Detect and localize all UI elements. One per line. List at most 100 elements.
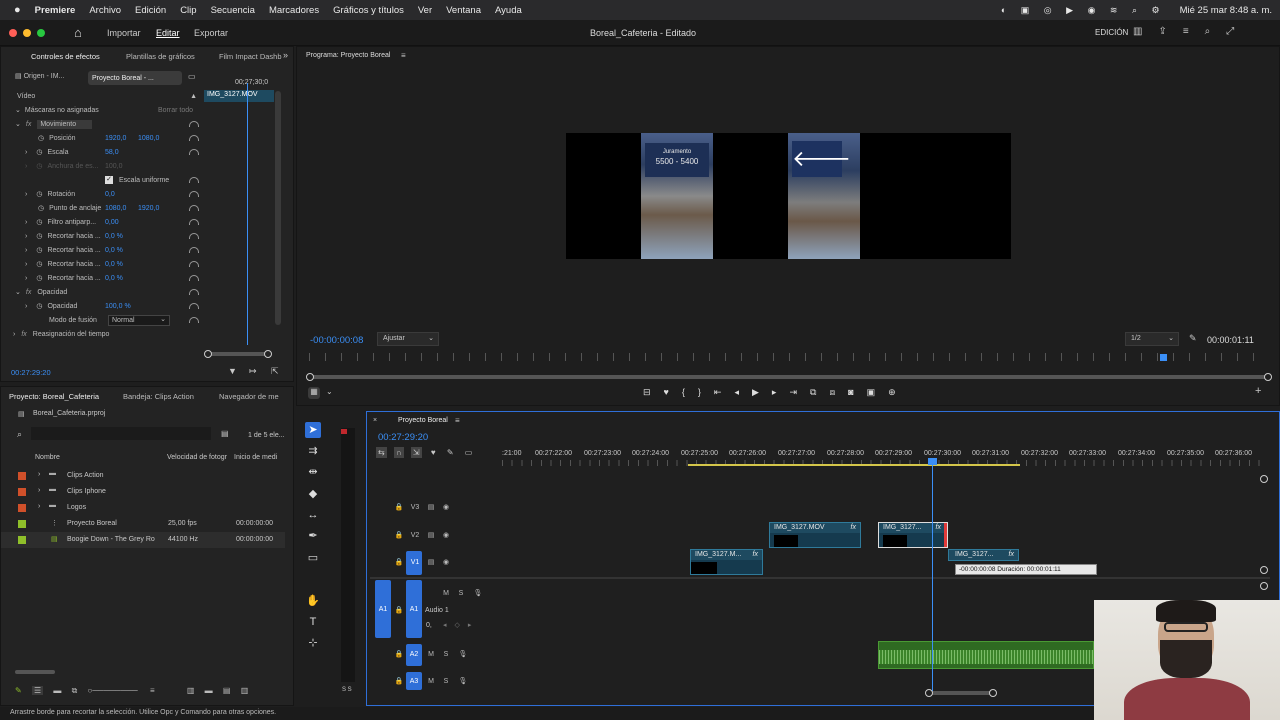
program-scroll-start-handle[interactable] [306,373,314,381]
add-marker-icon[interactable]: ♥ [431,448,436,457]
fx-badge[interactable]: fx [753,551,758,558]
position-y-value[interactable]: 1080,0 [138,135,159,142]
video-frame[interactable]: Juramento 5500 - 5400 🡐 [566,133,1011,259]
reset-icon[interactable] [189,135,199,141]
keyframe-nav-icon[interactable]: ◂◇▸ [443,621,479,629]
overwrite-icon[interactable]: ⧈ [829,387,848,397]
status-icons[interactable]: ◐ ▣ ◎ ▶ ◉ ≋ ⌕ ⚙ [1001,5,1166,16]
program-ruler[interactable] [309,353,1269,361]
wrench-icon[interactable]: ✎ [1189,333,1197,344]
label-color[interactable] [18,488,26,496]
chevron-right-icon[interactable]: › [38,487,40,494]
pencil-icon[interactable]: ✎ [15,686,22,695]
chevron-down-icon[interactable]: ⌄ [15,120,21,128]
timeline-hscroll-end-handle[interactable] [989,689,997,697]
stopwatch-icon[interactable]: ◷ [38,204,44,212]
chevron-right-icon[interactable]: › [25,233,27,240]
tab-editar[interactable]: Editar [156,28,180,38]
lock-icon[interactable]: 🔒 [394,650,404,660]
list-item[interactable]: ⋮ Proyecto Boreal 25,00 fps 00:00:00:00 [1,516,285,532]
audio-clip-a2[interactable] [878,641,1094,669]
program-scrollbar[interactable] [311,375,1271,379]
playhead-timecode[interactable]: -00:00:00:08 [310,335,363,346]
bin-icon[interactable]: ▤ [221,429,229,438]
track-divider[interactable] [370,577,1270,579]
tab-film-impact[interactable]: Film Impact Dashb [219,52,282,61]
tab-importar[interactable]: Importar [107,28,141,38]
razor-icon[interactable]: ◆ [305,486,321,502]
selection-tool-icon[interactable]: ➤ [305,422,321,438]
menu-ver[interactable]: Ver [418,5,432,16]
trim-edge[interactable] [944,523,947,547]
chevron-right-icon[interactable]: › [25,275,27,282]
reset-icon[interactable] [189,205,199,211]
timeline-tab[interactable]: Proyecto Boreal [398,417,448,424]
timeline-timecode[interactable]: 00:27:29:20 [378,432,428,443]
go-to-out-icon[interactable]: ⇥ [789,387,810,397]
lock-icon[interactable]: 🔒 [394,531,404,541]
pen-icon[interactable]: ✒ [305,528,321,544]
program-tab[interactable]: Programa: Proyecto Boreal [306,52,390,59]
export-icon[interactable]: ⇱ [271,366,279,377]
ripple-edit-icon[interactable]: ⇹ [305,464,321,480]
timeline-hscrollbar[interactable] [929,691,993,695]
chevron-right-icon[interactable]: › [25,191,27,198]
reset-icon[interactable] [189,191,199,197]
mark-out-icon[interactable]: } [698,387,714,397]
tab-effect-controls[interactable]: Controles de efectos [31,52,100,61]
zoom-slider-end-handle[interactable] [264,350,272,358]
lock-icon[interactable]: 🔒 [394,606,404,616]
zoom-window-button[interactable] [37,29,45,37]
compare-icon[interactable]: ▣ [867,387,889,397]
eye-icon[interactable]: ◉ [441,503,451,513]
menu-ventana[interactable]: Ventana [446,5,481,16]
search-icon[interactable]: ⌕ [17,429,22,440]
solo-button[interactable]: S [441,678,451,688]
menu-icon[interactable]: ≡ [455,416,460,425]
play-icon[interactable]: ▶ [752,387,772,397]
work-area-bar[interactable] [688,464,1020,466]
crop-left-value[interactable]: 0,0 % [105,233,123,240]
program-playhead[interactable] [1160,354,1167,361]
menu-graficos[interactable]: Gráficos y títulos [333,5,404,16]
hand-icon[interactable]: ✋ [305,593,321,609]
new-bin-icon[interactable]: ▬ [205,686,213,695]
mute-button[interactable]: M [426,651,436,661]
label-color[interactable] [18,472,26,480]
panel-layout-icon[interactable]: ▭ [188,72,196,81]
wrench-icon[interactable]: ✎ [447,448,454,457]
reset-icon[interactable] [189,261,199,267]
list-view-icon[interactable]: ☰ [31,686,44,695]
crop-right-value[interactable]: 0,0 % [105,261,123,268]
marker-icon[interactable]: ♥ [664,387,682,397]
list-item[interactable]: › ▬ Logos [1,500,285,516]
close-window-button[interactable] [9,29,17,37]
chevron-down-icon[interactable]: ⌄ [326,387,333,396]
reset-icon[interactable] [189,317,199,323]
loop-icon[interactable]: ↦ [249,366,257,377]
lock-icon[interactable]: 🔒 [394,503,404,513]
reset-icon[interactable] [189,177,199,183]
col-name[interactable]: Nombre [35,454,60,461]
snap-icon[interactable]: ∩ [393,447,404,458]
sequence-tab[interactable]: Proyecto Boreal - ... [88,71,182,85]
fx-badge[interactable]: fx [936,524,941,531]
reset-icon[interactable] [189,233,199,239]
step-forward-icon[interactable]: ▸ [772,387,790,397]
reset-icon[interactable] [189,275,199,281]
tab-project[interactable]: Proyecto: Boreal_Cafeteria [9,392,99,401]
mark-in-icon[interactable]: { [682,387,698,397]
label-color[interactable] [18,536,26,544]
reset-icon[interactable] [189,121,199,127]
anchor-y-value[interactable]: 1920,0 [138,205,159,212]
chevron-right-icon[interactable]: › [25,303,27,310]
captions-icon[interactable]: ▭ [465,448,473,457]
workspace-icons[interactable]: ▥⇪≡⌕⤢ [1133,26,1250,37]
reset-icon[interactable] [189,149,199,155]
track-select-icon[interactable]: ⇉ [305,443,321,459]
solo-button[interactable]: S [456,590,466,600]
camera-icon[interactable]: ◙ [848,387,866,397]
solo-button[interactable]: S [441,651,451,661]
source-tab[interactable]: ▤ Origen - IM... [15,71,82,85]
scale-value[interactable]: 58,0 [105,149,119,156]
